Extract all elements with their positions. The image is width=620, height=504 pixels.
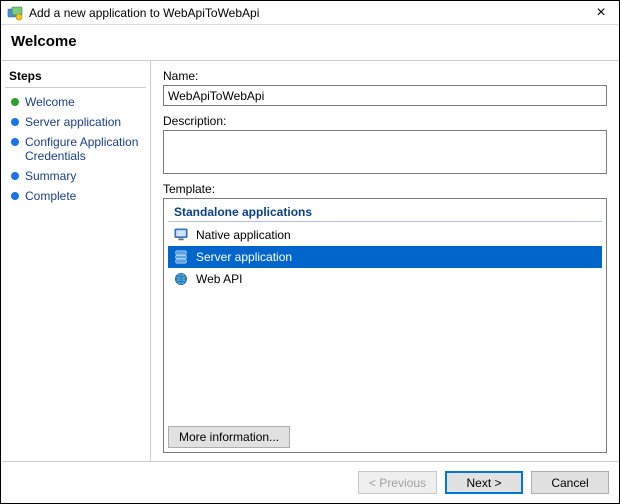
template-list: Native application Server application [164,222,606,422]
previous-button: < Previous [358,471,437,494]
monitor-icon [172,227,190,243]
step-bullet-pending-icon [11,192,19,200]
description-label: Description: [163,114,607,128]
footer: < Previous Next > Cancel [1,461,619,503]
step-label: Welcome [25,95,142,109]
header: Welcome [1,25,619,60]
step-bullet-current-icon [11,98,19,106]
cancel-button[interactable]: Cancel [531,471,609,494]
step-bullet-pending-icon [11,172,19,180]
template-group-header: Standalone applications [168,201,602,222]
more-information-button[interactable]: More information... [168,426,290,448]
server-icon [172,249,190,265]
template-item-native-application[interactable]: Native application [168,224,602,246]
template-item-label: Native application [196,228,291,242]
app-wizard-icon [7,5,23,21]
step-summary[interactable]: Summary [5,166,146,186]
template-item-web-api[interactable]: Web API [168,268,602,290]
step-label: Complete [25,189,142,203]
template-listbox: Standalone applications Native applicati… [163,198,607,453]
template-item-label: Server application [196,250,292,264]
globe-icon [172,271,190,287]
page-heading: Welcome [11,33,609,50]
steps-title: Steps [5,67,146,88]
name-input[interactable] [163,85,607,106]
template-label: Template: [163,182,607,196]
step-label: Configure Application Credentials [25,135,142,163]
step-welcome[interactable]: Welcome [5,92,146,112]
titlebar: Add a new application to WebApiToWebApi … [1,1,619,25]
step-label: Summary [25,169,142,183]
description-input[interactable] [163,130,607,174]
template-item-label: Web API [196,272,242,286]
name-label: Name: [163,69,607,83]
steps-sidebar: Steps Welcome Server application Configu… [1,61,151,461]
step-server-application[interactable]: Server application [5,112,146,132]
step-complete[interactable]: Complete [5,186,146,206]
main-panel: Name: Description: Template: Standalone … [151,61,619,461]
dialog-window: Add a new application to WebApiToWebApi … [0,0,620,504]
step-configure-credentials[interactable]: Configure Application Credentials [5,132,146,166]
template-item-server-application[interactable]: Server application [168,246,602,268]
step-label: Server application [25,115,142,129]
body: Steps Welcome Server application Configu… [1,60,619,461]
window-title: Add a new application to WebApiToWebApi [29,6,589,20]
close-button[interactable]: × [589,4,613,22]
next-button[interactable]: Next > [445,471,523,494]
step-bullet-pending-icon [11,118,19,126]
step-bullet-pending-icon [11,138,19,146]
